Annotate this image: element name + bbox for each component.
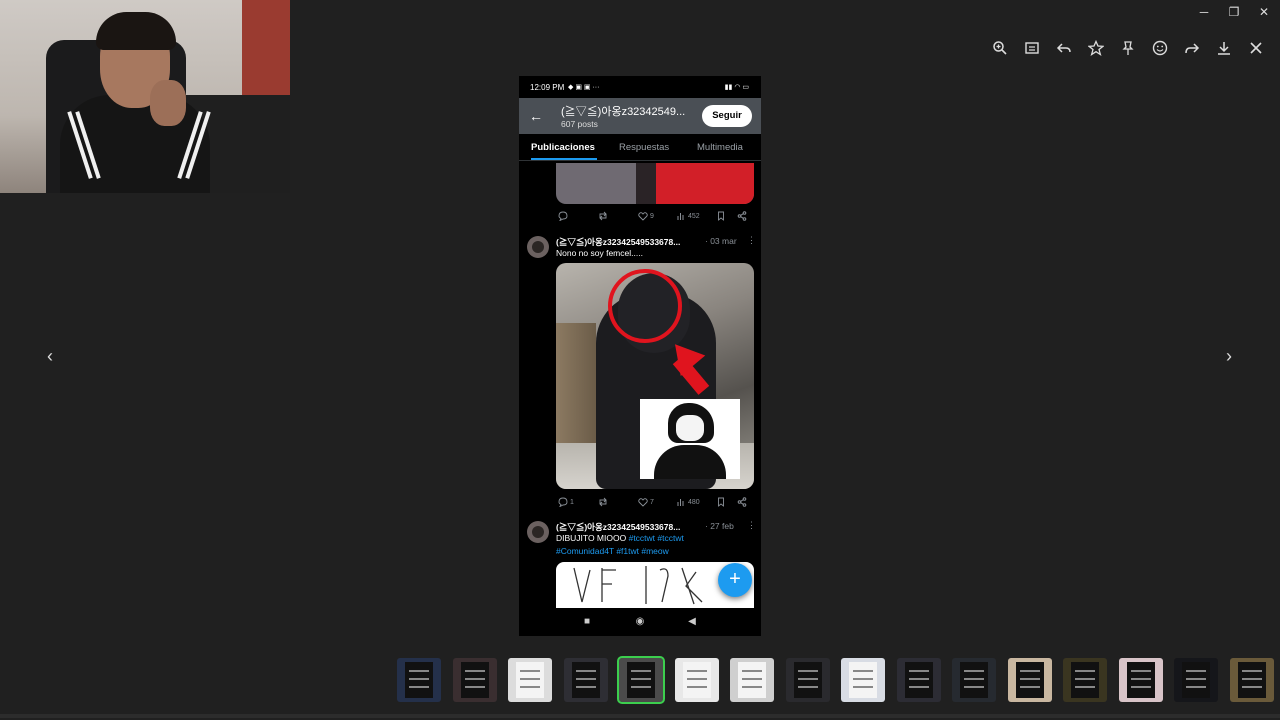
filmstrip-scrollbar[interactable] [0,714,1280,718]
thumbnail-strip [0,648,1280,720]
media-red-fabric [656,163,754,204]
thumbnail[interactable] [1063,658,1107,702]
thumbnail[interactable] [617,656,665,704]
thumbnail[interactable] [508,658,552,702]
share-post-icon[interactable] [737,211,747,221]
avatar[interactable] [527,521,549,543]
views-icon[interactable]: 480 [676,497,700,507]
photo-wood-wall [556,323,596,443]
thumbnail[interactable] [397,658,441,702]
inset-drawing [640,399,740,479]
avatar[interactable] [527,236,549,258]
phone-screenshot: 12:09 PM ◆ ▣ ▣ ··· ▮▮ ◠ ▭ ← (≧▽≦)아옹z3234… [519,76,761,636]
post-date: · 27 feb [705,521,734,531]
more-options-icon[interactable]: ⋮ [747,235,756,246]
viewer-toolbar [990,38,1266,58]
thumbnail[interactable] [785,658,830,702]
thumbnail[interactable] [563,658,608,702]
close-icon[interactable] [1246,38,1266,58]
like-icon[interactable]: 7 [638,497,654,507]
more-options-icon[interactable]: ⋮ [747,520,756,531]
profile-title: (≧▽≦)아옹z32342549... [561,106,686,118]
restore-button[interactable]: ❐ [1226,4,1242,20]
previous-post-actions: 9 452 [556,209,752,223]
like-count: 7 [650,498,654,506]
share-icon[interactable] [1182,38,1202,58]
thumbnail[interactable] [1229,658,1274,702]
undo-icon[interactable] [1054,38,1074,58]
post-actions: 1 7 480 [556,495,752,509]
tab-multimedia[interactable]: Multimedia [697,142,743,153]
repost-icon[interactable] [598,497,610,507]
previous-post-media[interactable] [556,163,754,204]
zoom-in-icon[interactable] [990,38,1010,58]
thumbnail[interactable] [841,658,885,702]
home-icon[interactable]: ◉ [633,615,647,629]
webcam-hair [96,12,176,50]
thumbnail[interactable] [1174,658,1218,702]
bookmark-icon[interactable] [716,497,726,507]
red-circle-annotation [608,269,682,343]
post-author[interactable]: (≧▽≦)아옹z32342549533678... [556,236,680,248]
download-icon[interactable] [1214,38,1234,58]
bookmark-icon[interactable] [716,211,726,221]
emoji-icon[interactable] [1150,38,1170,58]
share-post-icon[interactable] [737,497,747,507]
thumbnail[interactable] [452,658,497,702]
profile-header: ← (≧▽≦)아옹z32342549... 607 posts Seguir [519,98,761,134]
post-hashtags-line2[interactable]: #Comunidad4T #f1twt #meow [556,546,669,556]
status-notification-icons: ◆ ▣ ▣ ··· [568,84,600,91]
reply-count: 1 [570,498,574,506]
view-count: 480 [688,498,700,506]
webcam-overlay [0,0,290,193]
active-tab-indicator [531,158,597,160]
profile-post-count: 607 posts [561,119,598,129]
post-text-main: DIBUJITO MIOOO [556,533,627,543]
post-date: · 03 mar [705,236,737,246]
info-icon[interactable] [1022,38,1042,58]
post-author[interactable]: (≧▽≦)아옹z32342549533678... [556,521,680,533]
back-arrow-icon[interactable]: ← [529,108,545,124]
thumbnail[interactable] [674,658,719,702]
follow-button[interactable]: Seguir [702,105,752,127]
thumbnail[interactable] [1007,658,1052,702]
pin-icon[interactable] [1118,38,1138,58]
tab-respuestas[interactable]: Respuestas [619,142,669,153]
tab-publicaciones[interactable]: Publicaciones [531,142,595,153]
compose-button[interactable]: + [718,563,752,597]
previous-image-button[interactable]: ‹ [40,346,60,366]
like-icon[interactable]: 9 [638,211,654,221]
thumbnail[interactable] [952,658,996,702]
post-text: DIBUJITO MIOOO #tcctwt #tcctwt [556,533,684,543]
thumbnail[interactable] [1118,658,1163,702]
post-photo[interactable] [556,263,754,489]
thumbnail[interactable] [896,658,941,702]
status-bar: 12:09 PM ◆ ▣ ▣ ··· ▮▮ ◠ ▭ [519,76,761,98]
thumbnail[interactable] [730,658,774,702]
recent-apps-icon[interactable]: ■ [580,615,594,629]
status-system-icons: ▮▮ ◠ ▭ [724,84,749,91]
minimize-button[interactable]: ─ [1196,4,1212,20]
next-image-button[interactable]: › [1219,346,1239,366]
reply-icon[interactable]: 1 [558,497,574,507]
profile-tabs: Publicaciones Respuestas Multimedia [519,134,761,161]
reply-icon[interactable] [558,211,570,221]
status-time: 12:09 PM [530,83,565,92]
android-nav-bar: ■ ◉ ◀ [519,608,761,636]
repost-icon[interactable] [598,211,610,221]
post-text: Nono no soy femcel..... [556,248,643,258]
close-window-button[interactable]: ✕ [1256,4,1272,20]
like-count: 9 [650,212,654,220]
star-icon[interactable] [1086,38,1106,58]
post-hashtags[interactable]: #tcctwt #tcctwt [629,533,684,543]
views-icon[interactable]: 452 [676,211,700,221]
back-icon[interactable]: ◀ [685,615,699,629]
view-count: 452 [688,212,700,220]
webcam-hand [150,80,186,126]
